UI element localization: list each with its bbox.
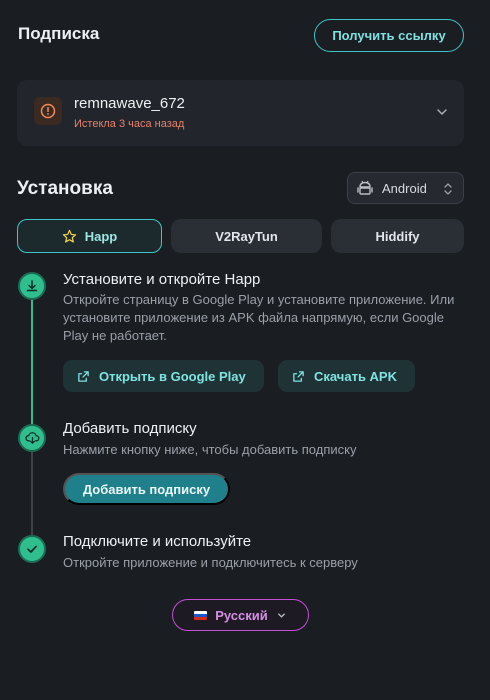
check-icon: [18, 535, 46, 563]
android-icon: [357, 180, 373, 195]
tab-happ-label: Happ: [84, 228, 118, 244]
subscription-card[interactable]: remnawave_672 Истекла 3 часа назад: [17, 80, 464, 146]
get-link-button[interactable]: Получить ссылку: [314, 19, 464, 52]
platform-select[interactable]: Android: [347, 172, 464, 204]
language-label: Русский: [215, 607, 268, 623]
language-select[interactable]: Русский: [172, 599, 309, 631]
step-2-description: Нажмите кнопку ниже, чтобы добавить подп…: [63, 442, 357, 457]
step-3-title: Подключите и используйте: [63, 533, 252, 550]
step-1-title: Установите и откройте Happ: [63, 271, 261, 288]
star-icon: [62, 229, 76, 243]
step-2-title: Добавить подписку: [63, 420, 197, 437]
russia-flag-icon: [194, 610, 208, 620]
tab-hiddify[interactable]: Hiddify: [331, 219, 464, 253]
subscription-name: remnawave_672: [74, 95, 185, 112]
timeline-line-done: [31, 287, 33, 437]
chevron-down-icon[interactable]: [435, 105, 449, 119]
tab-happ[interactable]: Happ: [17, 219, 162, 253]
add-subscription-button[interactable]: Добавить подписку: [63, 473, 230, 505]
subscription-status: Истекла 3 часа назад: [74, 118, 185, 130]
tab-v2raytun[interactable]: V2RayTun: [171, 219, 322, 253]
warning-icon: [34, 97, 62, 125]
timeline-line-pending: [31, 437, 33, 549]
cloud-download-icon: [18, 424, 46, 452]
open-google-play-button[interactable]: Открыть в Google Play: [63, 360, 264, 392]
download-apk-button[interactable]: Скачать APK: [278, 360, 415, 392]
open-google-play-label: Открыть в Google Play: [99, 368, 246, 384]
tab-hiddify-label: Hiddify: [375, 228, 420, 244]
external-link-icon: [78, 370, 89, 382]
tab-v2raytun-label: V2RayTun: [215, 228, 278, 244]
chevron-updown-icon: [444, 183, 452, 195]
install-title: Установка: [17, 178, 113, 199]
step-1-description: Откройте страницу в Google Play и устано…: [63, 292, 455, 343]
page-title: Подписка: [18, 24, 100, 43]
chevron-down-icon: [277, 612, 285, 618]
download-apk-label: Скачать APK: [314, 368, 397, 384]
platform-label: Android: [382, 180, 427, 196]
download-icon: [18, 272, 46, 300]
external-link-icon: [293, 370, 304, 382]
step-3-description: Откройте приложение и подключитесь к сер…: [63, 555, 358, 570]
